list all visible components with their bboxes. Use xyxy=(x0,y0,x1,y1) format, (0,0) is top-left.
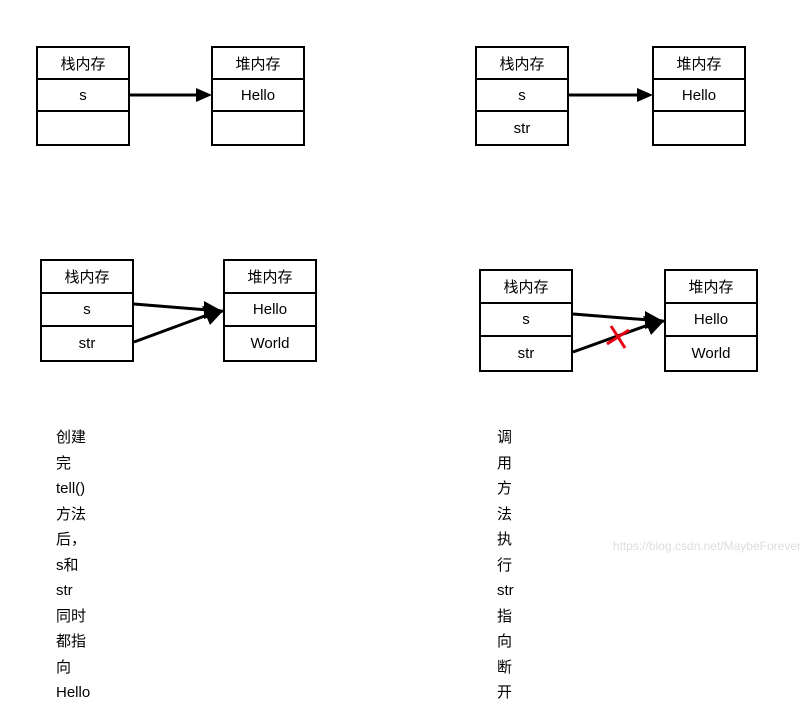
stack-box: 栈内存 s str xyxy=(479,269,573,372)
arrow-s-to-hello xyxy=(130,86,212,106)
caption-line1: 创建完tell()方法后，s和str xyxy=(56,425,90,604)
stack-cell-str: str xyxy=(42,327,132,360)
arrow-str-to-hello-broken xyxy=(573,310,665,360)
watermark: https://blog.csdn.net/MaybeForever xyxy=(613,539,801,553)
heap-cell-hello: Hello xyxy=(213,80,303,112)
stack-cell-str: str xyxy=(477,112,567,144)
stack-box: 栈内存 s str xyxy=(475,46,569,146)
stack-cell-s: s xyxy=(42,294,132,327)
heap-header: 堆内存 xyxy=(654,48,744,80)
stack-header: 栈内存 xyxy=(38,48,128,80)
stack-box: 栈内存 s str xyxy=(40,259,134,362)
heap-header: 堆内存 xyxy=(225,261,315,294)
heap-box: 堆内存 Hello World xyxy=(664,269,758,372)
heap-cell-world: World xyxy=(666,337,756,370)
stack-header: 栈内存 xyxy=(481,271,571,304)
stack-header: 栈内存 xyxy=(42,261,132,294)
break-mark-2 xyxy=(607,330,629,344)
stack-cell-empty xyxy=(38,112,128,144)
heap-cell-hello: Hello xyxy=(654,80,744,112)
heap-cell-hello: Hello xyxy=(225,294,315,327)
heap-cell-empty xyxy=(654,112,744,144)
heap-header: 堆内存 xyxy=(213,48,303,80)
heap-cell-hello: Hello xyxy=(666,304,756,337)
heap-box: 堆内存 Hello xyxy=(652,46,746,146)
heap-cell-world: World xyxy=(225,327,315,360)
heap-box: 堆内存 Hello xyxy=(211,46,305,146)
stack-cell-s: s xyxy=(38,80,128,112)
stack-box: 栈内存 s xyxy=(36,46,130,146)
heap-cell-empty xyxy=(213,112,303,144)
arrow-str-to-hello xyxy=(134,300,224,350)
caption-line1: 调用方法执行 xyxy=(497,425,514,578)
arrow-s-to-hello xyxy=(569,86,653,106)
stack-cell-str: str xyxy=(481,337,571,370)
heap-box: 堆内存 Hello World xyxy=(223,259,317,362)
heap-header: 堆内存 xyxy=(666,271,756,304)
caption-bottom-left: 创建完tell()方法后，s和str 同时都指向Hello xyxy=(56,425,90,706)
caption-line2: 同时都指向Hello xyxy=(56,604,90,706)
stack-cell-s: s xyxy=(481,304,571,337)
stack-cell-s: s xyxy=(477,80,567,112)
caption-bottom-right: 调用方法执行 str指向断开 xyxy=(497,425,514,706)
caption-line2: str指向断开 xyxy=(497,578,514,706)
stack-header: 栈内存 xyxy=(477,48,567,80)
